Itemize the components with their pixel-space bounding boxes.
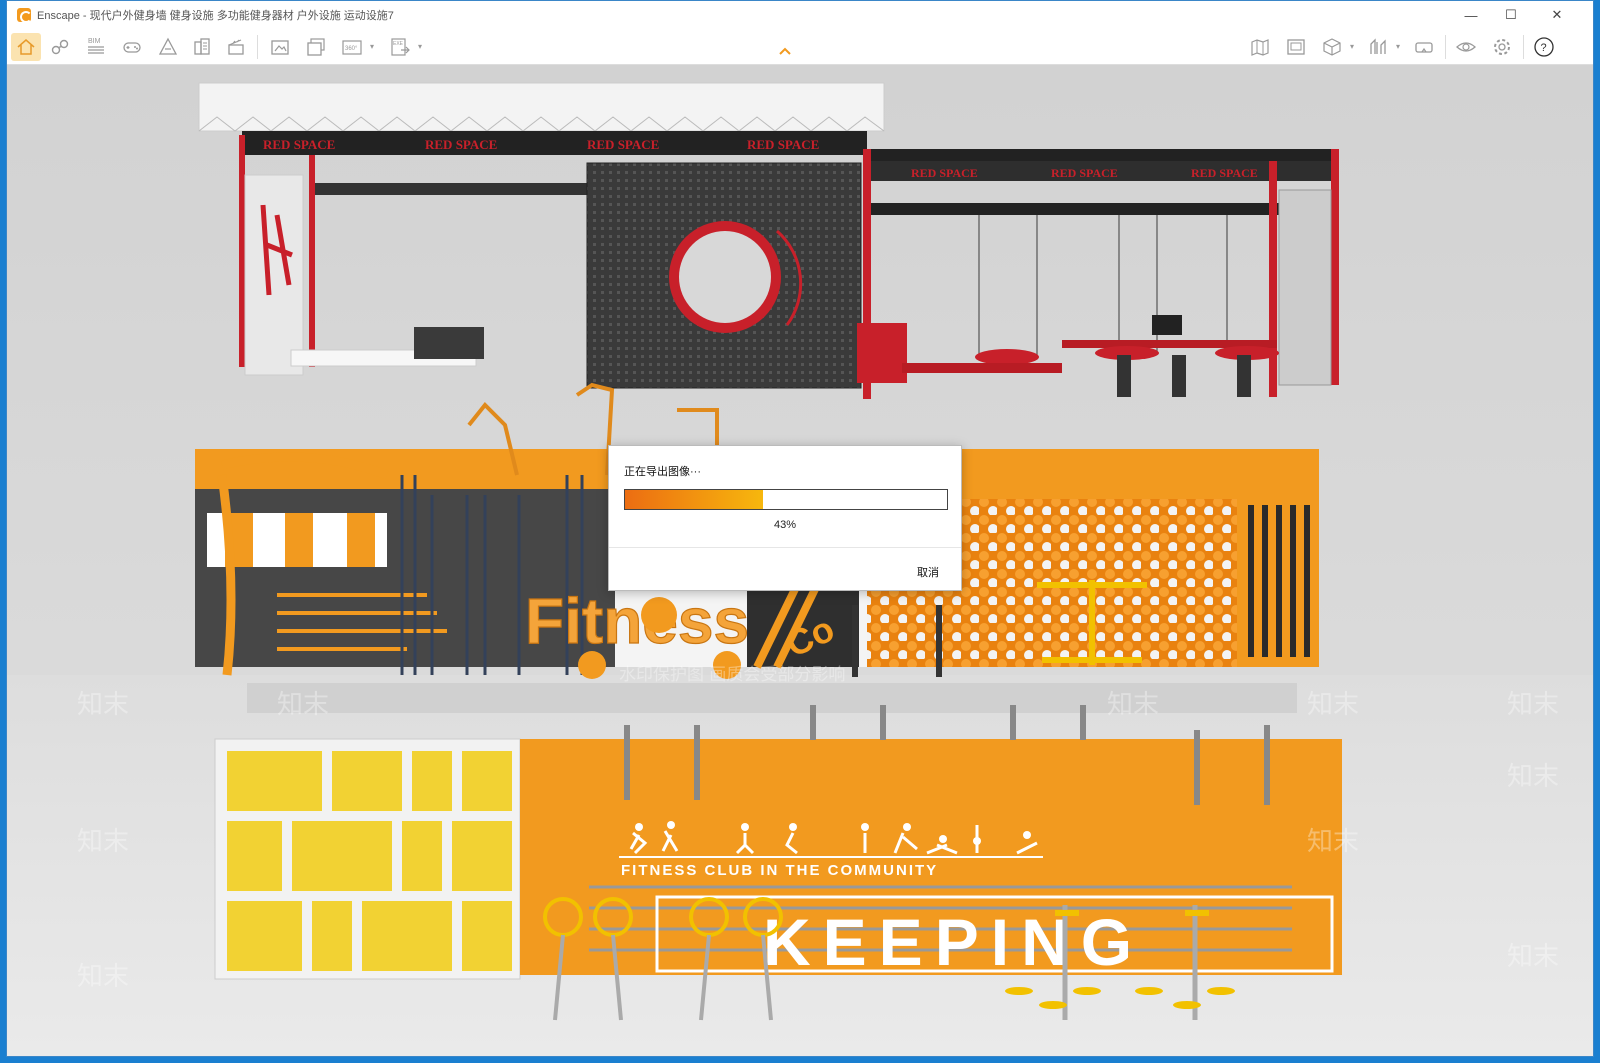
asset-library-icon [1370,38,1386,54]
red-space-sign-4: RED SPACE [747,137,819,152]
screenshot-button[interactable] [265,33,295,61]
bim-button[interactable]: BIM [81,33,111,61]
gamepad-icon [123,42,141,53]
material-button[interactable] [1317,33,1347,61]
panorama-button[interactable]: 360° [337,33,367,61]
svg-text:BIM: BIM [88,38,101,45]
site-button[interactable] [153,33,183,61]
cube-icon [1323,38,1341,56]
building-button[interactable] [187,33,217,61]
red-space-sign-1: RED SPACE [263,137,335,152]
export-progress-dialog: 正在导出图像··· 43% 取消 [608,445,962,591]
toolbar-separator [1523,35,1524,59]
export-icon: EXE [391,38,410,56]
club-caption: Fitness Club in the Community [621,862,938,879]
red-space-sign-6: RED SPACE [1051,166,1118,180]
red-space-sign-5: RED SPACE [911,166,978,180]
maximize-button[interactable]: ☐ [1491,1,1531,29]
svg-text:知末: 知末 [77,827,129,857]
svg-text:360°: 360° [345,46,358,52]
window-title: Enscape - 现代户外健身墙 健身设施 多功能健身器材 户外设施 运动设施… [37,10,394,22]
batch-render-button[interactable] [301,33,331,61]
toolbar: BIM 360° ▾ EXE ▾ ▾ ▾ ? [7,29,1593,65]
vr-button[interactable] [1409,33,1439,61]
red-space-pavilion: RED SPACE RED SPACE RED SPACE RED SPACE [198,82,1339,399]
progress-bar [624,489,948,510]
home-button[interactable] [11,33,41,61]
export-button[interactable]: EXE [385,33,415,61]
batch-render-icon [307,38,325,56]
help-icon: ? [1534,37,1554,57]
panorama-dropdown-caret-icon[interactable]: ▾ [370,42,374,51]
collapse-toolbar-icon[interactable] [779,47,791,55]
svg-text:?: ? [1541,42,1547,54]
svg-text:知末: 知末 [1507,762,1559,792]
fitness-lettering: Fitness [525,585,749,657]
keeping-wall: Fitness Club in the Community KEEPING [214,705,1342,1021]
red-space-sign-7: RED SPACE [1191,166,1258,180]
minimize-button[interactable]: — [1451,1,1491,29]
svg-text:EXE: EXE [393,41,404,47]
svg-text:知末: 知末 [277,690,329,720]
vr-headset-icon [1415,42,1433,53]
keeping-lettering: KEEPING [763,905,1144,979]
video-editor-button[interactable] [221,33,251,61]
progress-bar-fill [625,490,764,509]
map-icon [1251,39,1269,56]
svg-text:知末: 知末 [1307,690,1359,720]
svg-text:知末: 知末 [1107,690,1159,720]
cancel-button[interactable]: 取消 [917,564,939,580]
map-button[interactable] [1245,33,1275,61]
settings-icon [1494,39,1510,55]
enscape-logo-icon [17,8,32,23]
dialog-title: 正在导出图像··· [624,466,701,478]
visibility-button[interactable] [1451,33,1481,61]
title-bar: Enscape - 现代户外健身墙 健身设施 多功能健身器材 户外设施 运动设施… [7,1,1593,29]
material-dropdown-caret-icon[interactable]: ▾ [1350,42,1354,51]
svg-text:知末: 知末 [77,690,129,720]
help-button[interactable]: ? [1529,33,1559,61]
screenshot-icon [271,40,289,55]
svg-text:水印保护图 画质会受部分影响: 水印保护图 画质会受部分影响 [619,665,845,685]
enscape-window: Enscape - 现代户外健身墙 健身设施 多功能健身器材 户外设施 运动设施… [6,0,1594,1057]
svg-text:知末: 知末 [1507,942,1559,972]
home-icon [17,39,35,55]
settings-button[interactable] [1487,33,1517,61]
gamepad-button[interactable] [117,33,147,61]
image-view-button[interactable] [1281,33,1311,61]
site-icon [158,37,178,55]
red-space-sign-3: RED SPACE [587,137,659,152]
image-view-icon [1287,39,1305,55]
close-button[interactable]: ✕ [1537,1,1577,29]
svg-text:知末: 知末 [1307,827,1359,857]
progress-percent-label: 43% [773,519,797,531]
link-button[interactable] [45,33,75,61]
clapper-icon [228,39,244,55]
panorama-icon: 360° [342,40,362,55]
asset-library-dropdown-caret-icon[interactable]: ▾ [1396,42,1400,51]
dialog-divider [609,547,961,548]
asset-library-button[interactable] [1363,33,1393,61]
toolbar-separator [257,35,258,59]
export-dropdown-caret-icon[interactable]: ▾ [418,42,422,51]
link-icon [51,39,69,55]
bim-icon: BIM [88,38,104,54]
building-icon [194,38,210,55]
toolbar-separator [1445,35,1446,59]
render-viewport[interactable]: RED SPACE RED SPACE RED SPACE RED SPACE [7,65,1593,1056]
svg-text:知末: 知末 [1507,690,1559,720]
visibility-icon [1456,42,1476,52]
svg-text:知末: 知末 [77,962,129,992]
red-space-sign-2: RED SPACE [425,137,497,152]
